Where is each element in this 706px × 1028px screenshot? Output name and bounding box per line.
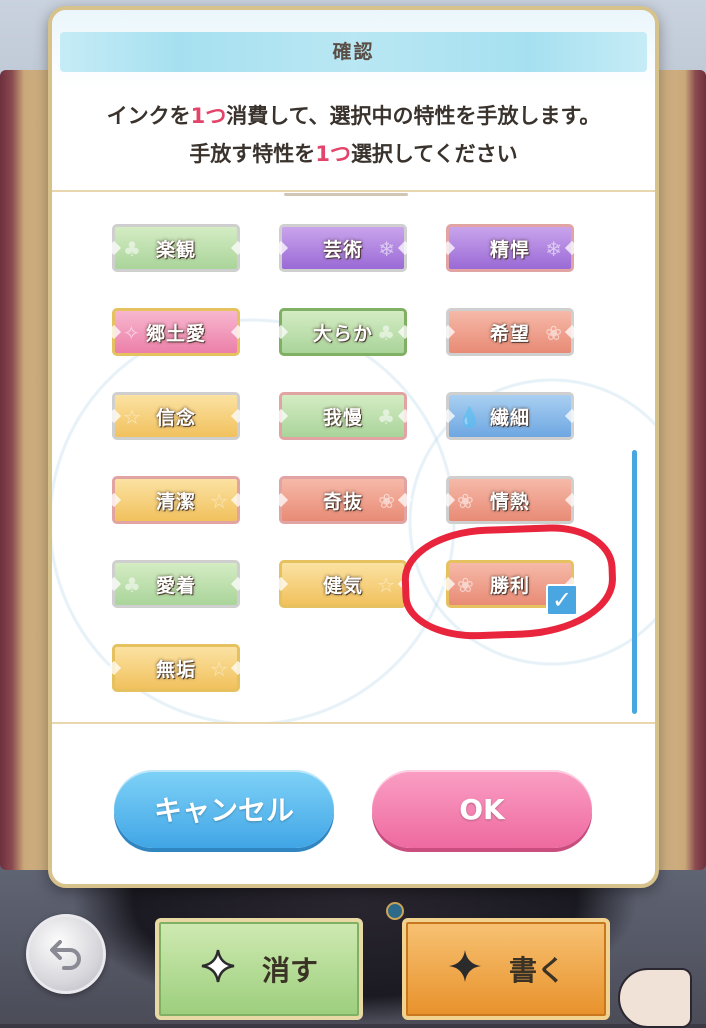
dialog-header: 確認 [52, 10, 655, 88]
swirl-icon: ❀ [378, 489, 396, 513]
message-text: 選択してください [350, 142, 518, 166]
trait-label: 繊細 [489, 406, 530, 429]
star-icon: ☆ [210, 489, 229, 513]
erase-button[interactable]: 消す [155, 918, 363, 1020]
trait-chip[interactable]: ❄ 芸術 [279, 224, 407, 272]
trait-label: 楽観 [155, 238, 196, 261]
character-hand [618, 968, 692, 1028]
trait-chip[interactable]: ❀ 情熱 [446, 476, 574, 524]
confirm-dialog: 確認 インクを1つ消費して、選択中の特性を手放します。 手放す特性を1つ選択して… [48, 6, 659, 888]
erase-button-label: 消す [261, 954, 318, 987]
sparkle-icon [447, 948, 483, 991]
select-count: 1つ [315, 142, 351, 166]
dialog-title: 確認 [332, 41, 375, 63]
dialog-message-line1: インクを1つ消費して、選択中の特性を手放します。 [52, 100, 655, 130]
trait-label: 健気 [322, 574, 363, 597]
character-pendant [386, 902, 404, 920]
trait-label: 大らか [312, 322, 373, 345]
trait-label: 奇抜 [322, 490, 363, 513]
ink-count: 1つ [190, 104, 227, 128]
dialog-message-line2: 手放す特性を1つ選択してください [52, 138, 655, 168]
message-text: インクを [106, 104, 191, 128]
swirl-icon: ❀ [457, 489, 475, 513]
trait-label: 無垢 [155, 658, 196, 681]
star-icon: ☆ [210, 657, 229, 681]
trait-label: 信念 [155, 406, 196, 429]
undo-arrow-icon [46, 932, 86, 976]
back-button[interactable] [26, 914, 106, 994]
trait-label: 希望 [489, 322, 530, 345]
trait-chip[interactable]: ❄ 精悍 [446, 224, 574, 272]
message-text: 消費して、選択中の特性を手放します。 [226, 104, 601, 128]
clover-icon: ♣ [377, 321, 396, 345]
trait-label: 情熱 [489, 490, 530, 513]
sparkle-icon [200, 948, 236, 991]
cancel-button-label: キャンセル [153, 794, 294, 827]
sparkle-icon: ✧ [123, 321, 141, 345]
ok-button-label: OK [459, 792, 505, 826]
message-text: 手放す特性を [189, 142, 316, 166]
trait-chip[interactable]: ☆ 清潔 [112, 476, 240, 524]
star-icon: ☆ [377, 573, 396, 597]
divider [52, 722, 655, 724]
write-button-label: 書く [508, 954, 565, 987]
trait-chip[interactable]: 💧 繊細 [446, 392, 574, 440]
trait-chip[interactable]: ☆ 健気 [279, 560, 407, 608]
trait-chip[interactable]: ☆ 無垢 [112, 644, 240, 692]
snowflake-icon: ❄ [378, 237, 396, 261]
trait-label: 愛着 [155, 574, 196, 597]
trait-chip[interactable]: ☆ 信念 [112, 392, 240, 440]
trait-chip[interactable]: ♣ 大らか [279, 308, 407, 356]
trait-chip[interactable]: ✧ 郷土愛 [112, 308, 240, 356]
clover-icon: ♣ [377, 405, 396, 429]
clover-icon: ♣ [123, 237, 142, 261]
ok-button[interactable]: OK [372, 770, 592, 848]
trait-chip[interactable]: ♣ 我慢 [279, 392, 407, 440]
water-drop-icon: 💧 [457, 405, 483, 429]
snowflake-icon: ❄ [545, 237, 563, 261]
cancel-button[interactable]: キャンセル [114, 770, 334, 848]
trait-label: 芸術 [322, 238, 363, 261]
write-button[interactable]: 書く [402, 918, 610, 1020]
trait-label: 郷土愛 [145, 322, 206, 345]
trait-label: 清潔 [155, 490, 196, 513]
trait-chip[interactable]: ❀ 希望 [446, 308, 574, 356]
trait-chip[interactable]: ♣ 楽観 [112, 224, 240, 272]
swirl-icon: ❀ [545, 321, 563, 345]
star-icon: ☆ [123, 405, 142, 429]
scrollbar[interactable] [632, 450, 637, 714]
trait-chip[interactable]: ❀ 奇抜 [279, 476, 407, 524]
trait-label: 精悍 [489, 238, 530, 261]
clover-icon: ♣ [123, 573, 142, 597]
trait-chip[interactable]: ♣ 愛着 [112, 560, 240, 608]
scroll-fade [284, 193, 408, 196]
trait-label: 我慢 [322, 406, 363, 429]
